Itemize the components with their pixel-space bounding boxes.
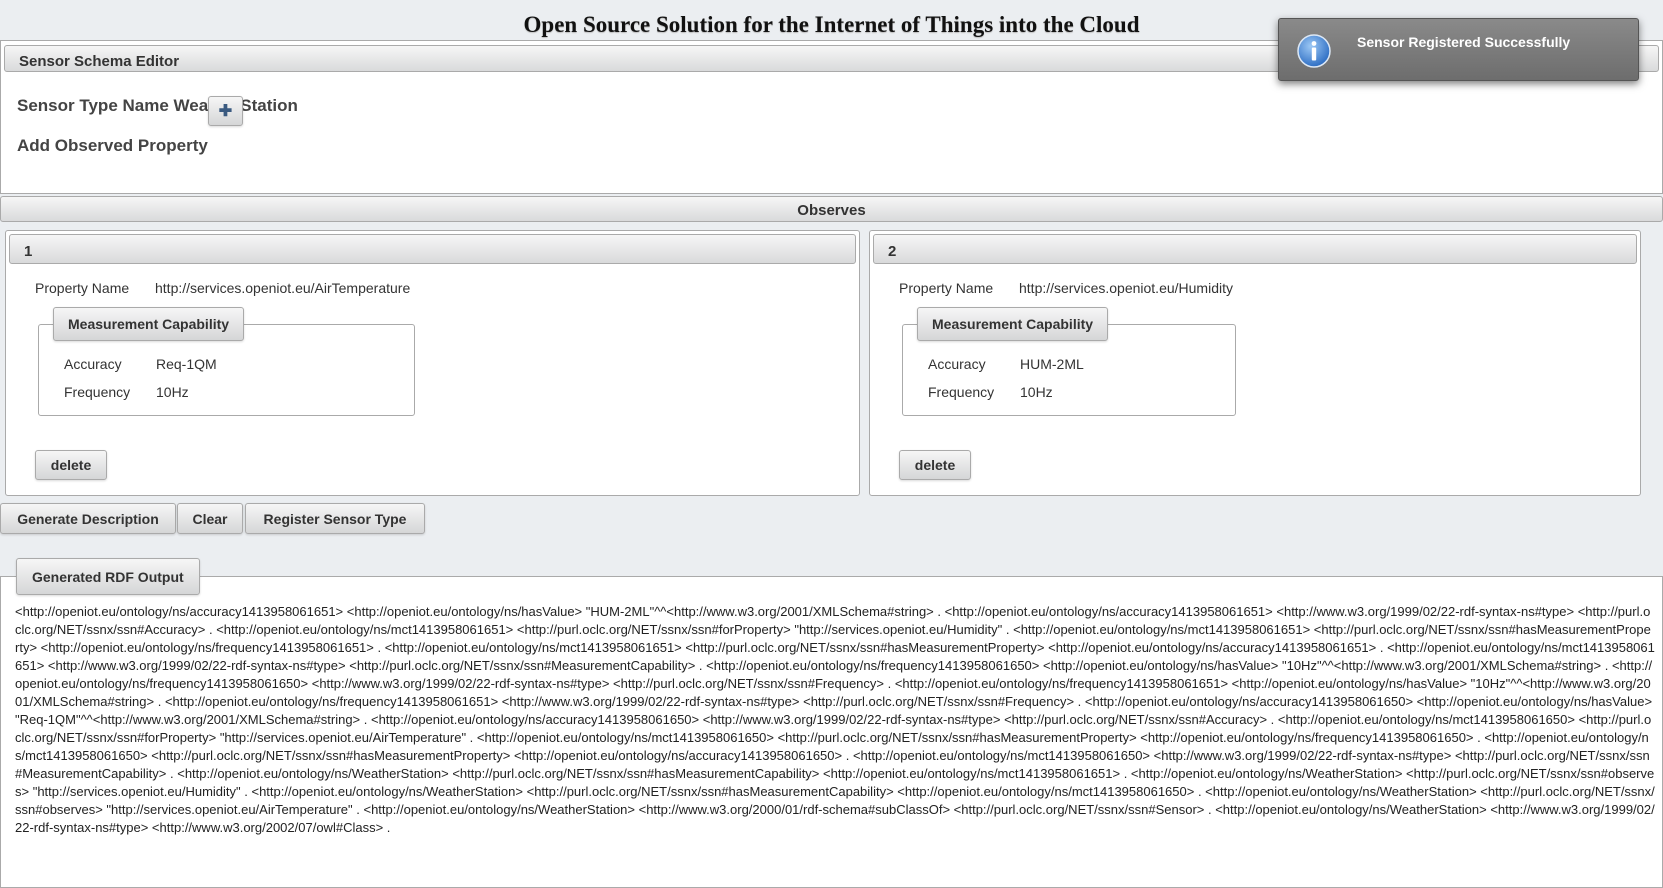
accuracy-value: HUM-2ML <box>1020 356 1084 372</box>
register-sensor-type-button[interactable]: Register Sensor Type <box>245 503 425 534</box>
property-name-label: Property Name <box>35 280 130 296</box>
frequency-label: Frequency <box>928 384 995 400</box>
delete-button[interactable]: delete <box>899 450 971 480</box>
rdf-output-text: <http://openiot.eu/ontology/ns/accuracy1… <box>15 604 1655 835</box>
observed-property-card-header[interactable]: 1 <box>9 234 856 264</box>
generate-description-button[interactable]: Generate Description <box>0 503 176 534</box>
frequency-value: 10Hz <box>156 384 189 400</box>
property-name-value: http://services.openiot.eu/Humidity <box>1019 280 1233 296</box>
frequency-value: 10Hz <box>1020 384 1053 400</box>
observed-property-card-1: 1 Property Name http://services.openiot.… <box>5 230 860 496</box>
info-icon <box>1297 34 1331 68</box>
observes-header[interactable]: Observes <box>0 196 1663 222</box>
property-name-value: http://services.openiot.eu/AirTemperatur… <box>155 280 411 296</box>
measurement-capability-fieldset: Measurement Capability Accuracy Req-1QM … <box>38 307 415 416</box>
sensor-type-name-label: Sensor Type Name WeatherStation <box>17 96 298 115</box>
measurement-capability-legend[interactable]: Measurement Capability <box>53 307 245 341</box>
measurement-capability-fieldset: Measurement Capability Accuracy HUM-2ML … <box>902 307 1236 416</box>
notification-toast[interactable]: Sensor Registered Successfully <box>1278 18 1639 81</box>
accuracy-label: Accuracy <box>64 356 122 372</box>
rdf-output-legend[interactable]: Generated RDF Output <box>16 558 200 595</box>
plus-icon: ✚ <box>218 103 233 120</box>
property-name-label: Property Name <box>899 280 994 296</box>
clear-button[interactable]: Clear <box>177 503 243 534</box>
delete-button[interactable]: delete <box>35 450 107 480</box>
accuracy-label: Accuracy <box>928 356 986 372</box>
add-observed-property-button[interactable]: ✚ <box>208 96 243 126</box>
add-observed-property-label: Add Observed Property <box>17 136 208 155</box>
observed-property-card-header[interactable]: 2 <box>873 234 1637 264</box>
notification-message: Sensor Registered Successfully <box>1357 34 1571 50</box>
frequency-label: Frequency <box>64 384 131 400</box>
accuracy-value: Req-1QM <box>156 356 217 372</box>
measurement-capability-legend[interactable]: Measurement Capability <box>917 307 1109 341</box>
observed-property-card-2: 2 Property Name http://services.openiot.… <box>869 230 1641 496</box>
